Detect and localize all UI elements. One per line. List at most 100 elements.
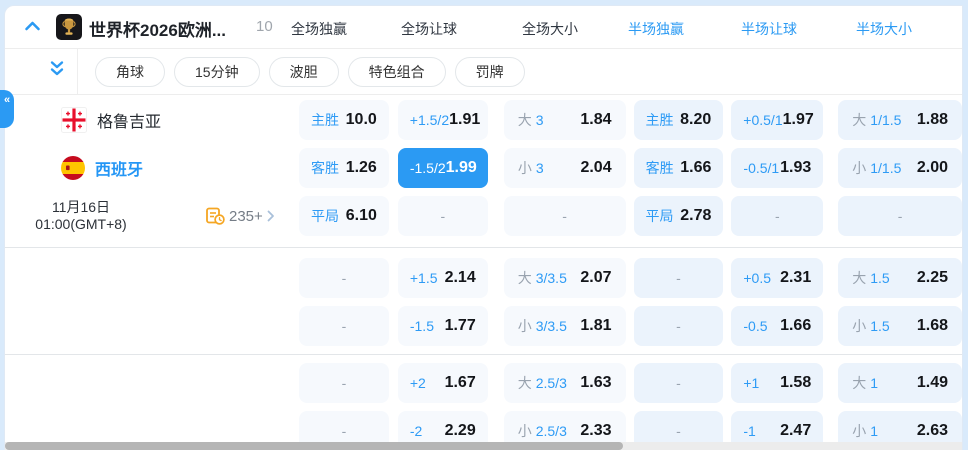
odds-cell[interactable]: 主胜 8.20 [633, 100, 724, 140]
odds-cell[interactable]: 大 1.5 2.25 [838, 258, 962, 298]
odds-cell[interactable]: +2 1.67 [397, 363, 488, 403]
odds-cell[interactable]: +0.5/1 1.97 [731, 100, 824, 140]
home-team-name[interactable]: 格鲁吉亚 [97, 108, 161, 132]
header-tab-6[interactable]: 半场大小 [856, 19, 912, 39]
odds-cell[interactable]: 大 3 1.84 [503, 100, 626, 140]
odds-cell-empty: - [838, 196, 962, 236]
fixture-column: 格鲁吉亚 西班牙 11月16日 01:00(GMT+8) 235+ [5, 95, 301, 450]
odds-value: 2.25 [916, 269, 949, 286]
double-chevron-left-icon: « [3, 94, 11, 106]
odds-cell[interactable]: 大 2.5/3 1.63 [503, 363, 626, 403]
odds-label: +1.5 [409, 270, 438, 286]
odds-label-group: +1 [743, 375, 759, 391]
odds-value: 2.31 [780, 269, 812, 286]
odds-cell[interactable]: 客胜 1.66 [633, 148, 724, 188]
odds-cell[interactable]: 主胜 10.0 [299, 100, 389, 140]
odds-cell-empty: - [299, 363, 389, 403]
odds-cell[interactable]: 小 1/1.5 2.00 [838, 148, 962, 188]
scrollbar-thumb[interactable] [5, 442, 623, 450]
header-tab-5[interactable]: 半场让球 [741, 19, 797, 39]
odds-cell[interactable]: 小 1.5 1.68 [838, 306, 962, 346]
header-tab-3[interactable]: 全场大小 [522, 19, 578, 39]
double-chevron-down-icon [50, 61, 64, 76]
odds-cell[interactable]: -1.5 1.77 [397, 306, 488, 346]
odds-label: +2 [409, 375, 426, 391]
odds-value: 10.0 [345, 111, 377, 128]
spain-flag-icon [61, 156, 85, 180]
kickoff-date: 11月16日 [51, 199, 111, 215]
odds-label-group: +1.5/2 [410, 112, 449, 128]
home-team-row: 格鲁吉亚 [5, 100, 161, 140]
horizontal-scrollbar[interactable] [5, 442, 962, 450]
odds-cell-empty: - [397, 196, 488, 236]
chevron-up-icon [25, 21, 40, 31]
odds-value: 1.91 [449, 111, 481, 128]
chevron-right-icon [267, 210, 274, 222]
header-tab-4[interactable]: 半场独赢 [628, 19, 684, 39]
odds-cell[interactable]: 大 3/3.5 2.07 [503, 258, 626, 298]
odds-value: 2.04 [580, 159, 612, 176]
odds-label: 2.5/3 [535, 375, 567, 391]
odds-label-group: +0.5/1 [743, 112, 782, 128]
odds-label-group: 大 1/1.5 [852, 110, 901, 130]
odds-label-group: +1.5 [410, 270, 438, 286]
odds-cell[interactable]: 大 1 1.49 [838, 363, 962, 403]
odds-label-group: 小1 [852, 421, 878, 441]
odds-cell[interactable]: 平局 6.10 [299, 196, 389, 236]
expand-all-button[interactable] [50, 60, 64, 83]
market-pill-5[interactable]: 罚牌 [454, 56, 525, 87]
odds-label: 2.5/3 [535, 423, 567, 439]
market-pill-3[interactable]: 波胆 [268, 56, 339, 87]
away-team-name[interactable]: 西班牙 [95, 156, 143, 180]
odds-label-group: 大 2.5/3 [518, 373, 567, 393]
odds-value: 2.33 [580, 422, 612, 439]
odds-label-group: 小 1/1.5 [852, 158, 901, 178]
odds-label: 主胜 [311, 112, 339, 128]
over-under-direction: 大 [517, 270, 532, 286]
league-title[interactable]: 世界杯2026欧洲... [89, 16, 226, 41]
odds-panel: 世界杯2026欧洲... 10 全场独赢 全场让球 全场大小 半场独赢 半场让球 半场大小… [4, 5, 963, 450]
odds-label-group: 小 3/3.5 [518, 316, 567, 336]
odds-cell[interactable]: 小 3 2.04 [503, 148, 626, 188]
over-under-direction: 大 [852, 270, 867, 286]
odds-cell[interactable]: +1.5/2 1.91 [397, 100, 488, 140]
away-team-row: 西班牙 [5, 148, 143, 188]
odds-label: 1.5 [870, 318, 890, 334]
market-pill-2[interactable]: 15分钟 [174, 56, 260, 87]
odds-cell[interactable]: 小 3/3.5 1.81 [503, 306, 626, 346]
odds-label: 1 [870, 423, 879, 439]
odds-label: 3 [535, 112, 544, 128]
odds-label-group: -0.5 [743, 318, 767, 334]
odds-cell[interactable]: -0.5 1.66 [731, 306, 824, 346]
odds-label: -0.5/1 [743, 160, 780, 176]
odds-cell[interactable]: -0.5/1 1.93 [731, 148, 824, 188]
collapse-sidebar-tab[interactable]: « [0, 90, 14, 128]
more-markets-link[interactable]: 235+ [206, 196, 275, 236]
odds-cell[interactable]: +0.5 2.31 [731, 258, 824, 298]
odds-cell[interactable]: +1 1.58 [731, 363, 824, 403]
odds-label-group: -1 [743, 423, 755, 439]
header-tab-2[interactable]: 全场让球 [401, 19, 457, 39]
header-tab-1[interactable]: 全场独赢 [291, 19, 347, 39]
market-pill-1[interactable]: 角球 [95, 56, 165, 87]
market-toolbar: 角球 15分钟 波胆 特色组合 罚牌 [5, 49, 962, 95]
odds-value: 1.58 [780, 374, 812, 391]
odds-cell[interactable]: -1.5/2 1.99 [397, 148, 488, 188]
odds-label-group: 主胜 [646, 110, 674, 130]
odds-value: 1.81 [580, 317, 612, 334]
odds-cell[interactable]: 平局 2.78 [633, 196, 724, 236]
over-under-direction: 大 [852, 112, 867, 128]
collapse-league-button[interactable] [24, 19, 41, 33]
odds-cell-empty: - [299, 258, 389, 298]
odds-cell[interactable]: 客胜 1.26 [299, 148, 389, 188]
odds-cell[interactable]: +1.5 2.14 [397, 258, 488, 298]
expand-all-column [5, 49, 78, 94]
odds-cell[interactable]: 大 1/1.5 1.88 [838, 100, 962, 140]
league-header: 世界杯2026欧洲... 10 全场独赢 全场让球 全场大小 半场独赢 半场让球 半场大小 [5, 6, 962, 49]
odds-value: 1.99 [445, 159, 477, 176]
odds-value: 1.66 [780, 317, 812, 334]
odds-label-group: 大 3/3.5 [518, 268, 567, 288]
market-pill-4[interactable]: 特色组合 [347, 56, 446, 87]
georgia-flag-icon [61, 107, 87, 133]
odds-label-group: 小 1.5 [852, 316, 889, 336]
